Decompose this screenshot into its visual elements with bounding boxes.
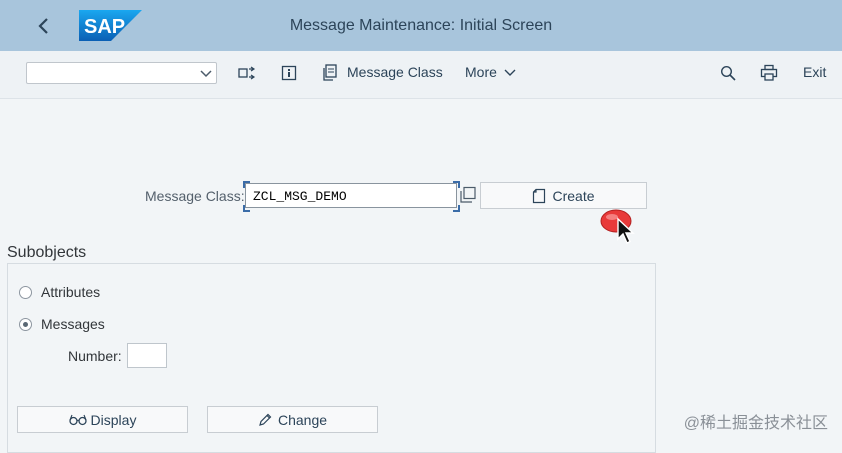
number-input[interactable] bbox=[127, 343, 167, 368]
change-button[interactable]: Change bbox=[207, 406, 378, 433]
pencil-icon bbox=[259, 413, 272, 427]
more-button[interactable]: More bbox=[465, 64, 517, 80]
search-icon[interactable] bbox=[720, 65, 736, 81]
printer-icon[interactable] bbox=[760, 64, 778, 82]
message-class-label: Message Class: bbox=[145, 188, 245, 204]
toolbar: Message Class More Exit bbox=[0, 51, 842, 99]
subobjects-title: Subobjects bbox=[7, 244, 87, 261]
change-label: Change bbox=[277, 411, 328, 428]
create-label: Create bbox=[552, 187, 595, 204]
message-class-input[interactable]: ZCL_MSG_DEMO bbox=[245, 183, 457, 208]
command-field[interactable] bbox=[26, 62, 217, 84]
focus-corner bbox=[243, 205, 250, 212]
attributes-radio[interactable] bbox=[19, 286, 32, 299]
chevron-down-icon bbox=[504, 69, 516, 77]
messages-label: Messages bbox=[41, 316, 105, 332]
watermark: @稀土掘金技术社区 bbox=[683, 415, 828, 432]
exit-button[interactable]: Exit bbox=[803, 64, 826, 80]
display-button[interactable]: Display bbox=[17, 406, 188, 433]
document-icon bbox=[533, 189, 546, 204]
number-label: Number: bbox=[68, 348, 122, 364]
page-title: Message Maintenance: Initial Screen bbox=[289, 17, 553, 34]
glasses-icon bbox=[68, 415, 87, 426]
messages-radio[interactable] bbox=[19, 318, 32, 331]
subobjects-panel: Attributes Messages Number: Display Chan… bbox=[7, 263, 656, 453]
display-label: Display bbox=[90, 411, 137, 428]
message-class-button[interactable]: Message Class bbox=[347, 64, 443, 80]
more-label: More bbox=[465, 64, 497, 80]
mouse-pointer-icon bbox=[600, 209, 635, 244]
value-help-icon[interactable] bbox=[459, 186, 477, 204]
info-icon[interactable] bbox=[281, 65, 297, 81]
attributes-label: Attributes bbox=[41, 284, 101, 300]
chevron-down-icon[interactable] bbox=[199, 66, 213, 80]
create-button[interactable]: Create bbox=[480, 182, 647, 209]
focus-corner bbox=[243, 181, 250, 188]
focus-corner bbox=[453, 205, 460, 212]
radio-selected-dot bbox=[23, 322, 28, 327]
title-bar: SAP Message Maintenance: Initial Screen bbox=[0, 0, 842, 51]
object-list-icon[interactable] bbox=[238, 65, 256, 81]
copy-icon bbox=[323, 64, 337, 81]
